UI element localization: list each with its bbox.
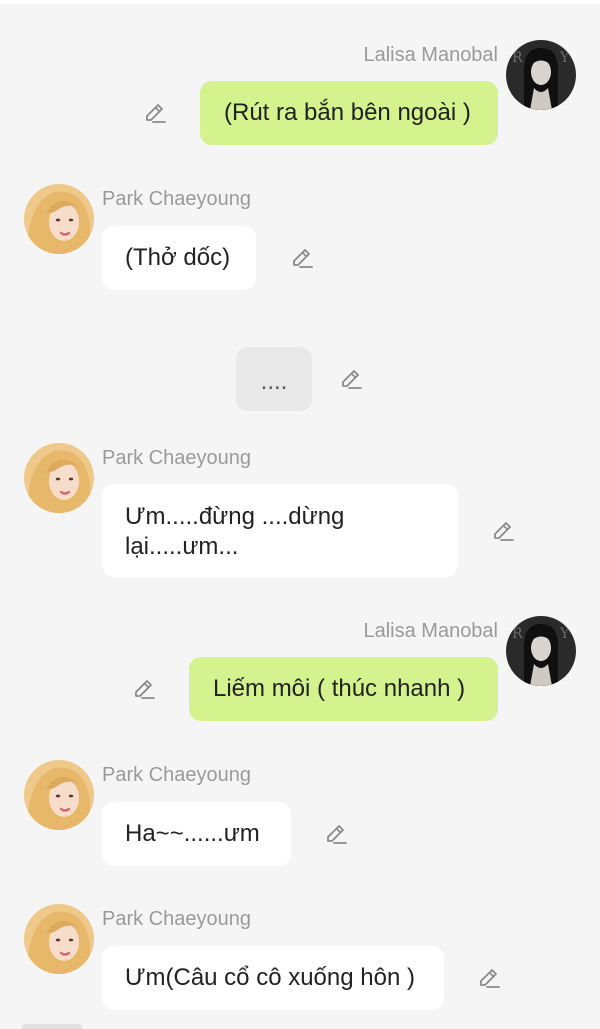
message-bubble[interactable]: Liếm môi ( thúc nhanh ) <box>189 657 498 721</box>
message-text-line: Ưm.....đừng ....dừng <box>125 503 345 530</box>
message-bubble[interactable]: (Thở dốc) <box>102 226 256 290</box>
sender-name: Park Chaeyoung <box>102 764 251 786</box>
sender-name: Park Chaeyoung <box>102 447 251 469</box>
message-bubble[interactable]: Ưm(Câu cổ cô xuống hôn ) <box>102 946 444 1010</box>
sender-name: Lalisa Manobal <box>363 44 498 66</box>
message-bubble[interactable]: (Rút ra bắn bên ngoài ) <box>200 81 498 145</box>
sender-name: Lalisa Manobal <box>363 620 498 642</box>
avatar-park-chaeyoung[interactable] <box>24 443 94 513</box>
message-text-line: lại.....ưm... <box>125 533 239 560</box>
message-text: .... <box>260 368 288 395</box>
avatar-lalisa-manobal[interactable] <box>506 616 576 686</box>
pencil-icon[interactable] <box>476 965 502 991</box>
pencil-icon[interactable] <box>323 821 349 847</box>
pencil-icon[interactable] <box>338 366 364 392</box>
pencil-icon[interactable] <box>289 245 315 271</box>
top-edge <box>0 0 600 4</box>
avatar-park-chaeyoung[interactable] <box>24 904 94 974</box>
next-message-edge <box>22 1024 82 1029</box>
sender-name: Park Chaeyoung <box>102 188 251 210</box>
message-bubble[interactable]: Ha~~......ưm <box>102 802 291 866</box>
pencil-icon[interactable] <box>131 676 157 702</box>
avatar-park-chaeyoung[interactable] <box>24 760 94 830</box>
message-text: Ha~~......ưm <box>125 820 260 847</box>
narration-bubble[interactable]: .... <box>236 347 312 411</box>
message-text: (Thở dốc) <box>125 244 231 271</box>
sender-name: Park Chaeyoung <box>102 908 251 930</box>
pencil-icon[interactable] <box>142 100 168 126</box>
message-bubble[interactable]: Ưm.....đừng ....dừng lại.....ưm... <box>102 484 458 577</box>
message-text: Liếm môi ( thúc nhanh ) <box>213 675 466 702</box>
message-text: (Rút ra bắn bên ngoài ) <box>224 99 471 126</box>
avatar-park-chaeyoung[interactable] <box>24 184 94 254</box>
avatar-lalisa-manobal[interactable] <box>506 40 576 110</box>
message-text: Ưm(Câu cổ cô xuống hôn ) <box>125 964 415 991</box>
pencil-icon[interactable] <box>490 518 516 544</box>
